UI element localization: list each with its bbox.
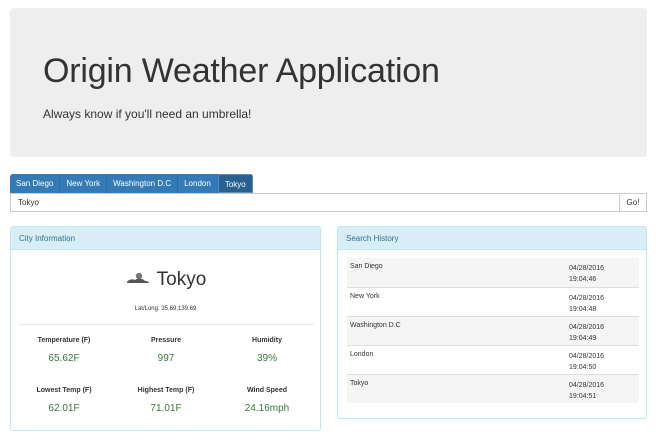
history-time: 19:04:46 xyxy=(569,276,597,283)
stat-humidity: Humidity 39% xyxy=(217,337,317,364)
history-timestamp: 04/28/2016 19:04:50 xyxy=(567,346,639,374)
stat-label: Highest Temp (F) xyxy=(137,387,195,394)
stat-pressure: Pressure 997 xyxy=(116,337,216,364)
history-time: 19:04:50 xyxy=(569,364,597,371)
history-city: Washington D.C xyxy=(350,322,401,329)
table-row[interactable]: New York 04/28/2016 19:04:48 xyxy=(347,287,639,316)
history-table: San Diego 04/28/2016 19:04:46 New York 0… xyxy=(347,258,639,403)
history-timestamp: 04/28/2016 19:04:49 xyxy=(567,317,639,345)
table-row[interactable]: San Diego 04/28/2016 19:04:46 xyxy=(347,258,639,287)
page-subtitle: Always know if you'll need an umbrella! xyxy=(43,107,252,121)
history-date: 04/28/2016 xyxy=(569,382,605,389)
history-timestamp: 04/28/2016 19:04:51 xyxy=(567,375,639,403)
history-time: 19:04:48 xyxy=(569,306,597,313)
city-title: Tokyo xyxy=(11,269,320,291)
tab-washington-dc[interactable]: Washington D.C xyxy=(107,174,179,193)
tab-tokyo[interactable]: Tokyo xyxy=(217,174,253,193)
page-title: Origin Weather Application xyxy=(43,52,440,90)
history-date: 04/28/2016 xyxy=(569,295,605,302)
lat-long: Lat/Long: 35.69,139.69 xyxy=(134,306,197,312)
stat-label: Temperature (F) xyxy=(37,337,91,344)
stat-lowest-temp: Lowest Temp (F) 62.01F xyxy=(14,387,114,414)
history-timestamp: 04/28/2016 19:04:48 xyxy=(567,288,639,316)
history-time: 19:04:49 xyxy=(569,335,597,342)
tab-london[interactable]: London xyxy=(178,174,218,193)
history-panel-heading: Search History xyxy=(338,227,646,250)
history-city: London xyxy=(350,351,374,358)
stat-highest-temp: Highest Temp (F) 71.01F xyxy=(116,387,216,414)
stat-value: 997 xyxy=(157,353,175,364)
search-input[interactable] xyxy=(11,194,619,211)
go-button[interactable]: Go! xyxy=(619,194,646,211)
stat-label: Humidity xyxy=(252,337,282,344)
tab-new-york[interactable]: New York xyxy=(60,174,108,193)
history-time: 19:04:51 xyxy=(569,393,597,400)
history-date: 04/28/2016 xyxy=(569,265,605,272)
jumbotron: Origin Weather Application Always know i… xyxy=(10,8,647,157)
history-timestamp: 04/28/2016 19:04:46 xyxy=(567,258,639,287)
search-bar: Go! xyxy=(10,193,647,212)
stat-value: 71.01F xyxy=(150,403,182,414)
history-city: San Diego xyxy=(350,263,383,270)
stat-value: 62.01F xyxy=(48,403,80,414)
stat-value: 24.16mph xyxy=(244,403,290,414)
cloud-sun-icon xyxy=(125,271,151,290)
table-row[interactable]: Tokyo 04/28/2016 19:04:51 xyxy=(347,374,639,403)
stat-temperature: Temperature (F) 65.62F xyxy=(14,337,114,364)
history-date: 04/28/2016 xyxy=(569,324,605,331)
divider xyxy=(19,324,314,325)
city-information-panel: City Information Tokyo Lat/Long: 35.69,1… xyxy=(10,226,321,431)
history-city: Tokyo xyxy=(350,380,369,387)
search-history-panel: Search History San Diego 04/28/2016 19:0… xyxy=(337,226,647,419)
stat-label: Pressure xyxy=(151,337,181,344)
city-panel-heading: City Information xyxy=(11,227,320,250)
stat-value: 65.62F xyxy=(48,353,80,364)
stat-wind-speed: Wind Speed 24.16mph xyxy=(217,387,317,414)
stat-label: Lowest Temp (F) xyxy=(36,387,92,394)
history-city: New York xyxy=(350,293,380,300)
city-name: Tokyo xyxy=(156,269,207,290)
table-row[interactable]: London 04/28/2016 19:04:50 xyxy=(347,345,639,374)
city-tabs: San Diego New York Washington D.C London… xyxy=(10,174,253,193)
table-row[interactable]: Washington D.C 04/28/2016 19:04:49 xyxy=(347,316,639,345)
stat-value: 39% xyxy=(256,353,277,364)
history-date: 04/28/2016 xyxy=(569,353,605,360)
tab-san-diego[interactable]: San Diego xyxy=(10,174,61,193)
stat-label: Wind Speed xyxy=(247,387,287,394)
